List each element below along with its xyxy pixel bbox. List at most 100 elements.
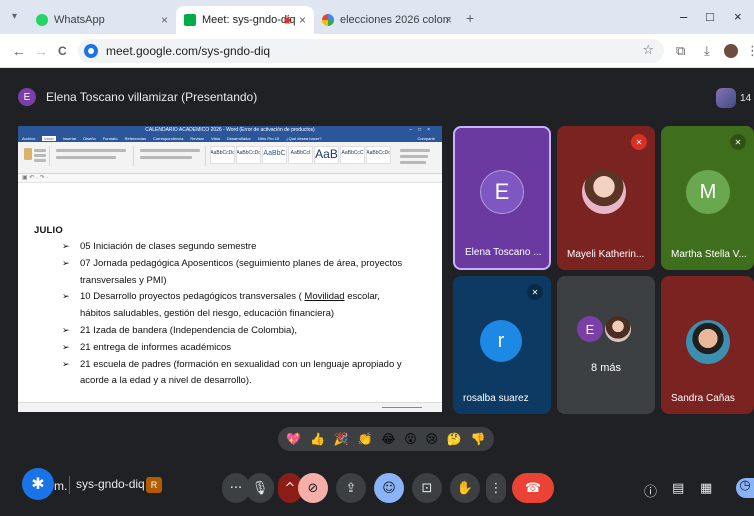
url-text[interactable]: meet.google.com/sys-gndo-diq: [106, 44, 270, 58]
leave-call-button[interactable]: ☎: [512, 473, 554, 503]
ribbon-styles-gallery: AaBbCcDc AaBbCcDc AaBbC AaBbCcI AaB AaBb…: [210, 146, 392, 164]
reaction-laugh-icon[interactable]: 😂: [381, 432, 395, 446]
word-menu-item: Correspondencia: [152, 136, 184, 141]
doc-month-heading: JULIO: [34, 225, 63, 236]
more-options-icon[interactable]: ⋮: [486, 473, 506, 503]
emoji-reactions-button[interactable]: ☺: [374, 473, 404, 503]
word-menu-item: Revisar: [190, 136, 204, 141]
reactions-bar: 💖 👍 🎉 👏 😂 😮 😢 🤔 👎: [278, 427, 494, 451]
mic-icon[interactable]: 🎙: [246, 473, 274, 503]
meeting-info-icon[interactable]: ⓘ: [644, 481, 657, 500]
forward-icon[interactable]: →: [34, 43, 48, 59]
minimize-button[interactable]: –: [680, 9, 687, 24]
tile-mayeli[interactable]: ✕ Mayeli Katherin...: [557, 126, 655, 270]
close-tab-icon[interactable]: ×: [299, 13, 306, 27]
bookmark-star-icon[interactable]: ☆: [642, 42, 654, 58]
profile-avatar[interactable]: [724, 44, 738, 58]
reaction-surprised-icon[interactable]: 😮: [404, 432, 417, 446]
participant-photo: [686, 320, 730, 364]
recording-indicator-icon: ◉: [283, 14, 292, 26]
word-menu-item: Desarrollador: [226, 136, 251, 141]
word-menu-item: Diseño: [83, 136, 96, 141]
meet-app-icon[interactable]: ✱: [22, 468, 54, 500]
extensions-icon[interactable]: ⧉: [676, 43, 685, 59]
avatar: E: [577, 316, 603, 342]
tab-search-icon[interactable]: ▾: [12, 11, 17, 22]
tab-whatsapp[interactable]: WhatsApp ×: [28, 6, 176, 34]
tab-title: elecciones 2026 colombia - Bu: [340, 14, 450, 26]
camera-off-icon[interactable]: ⊘: [298, 473, 328, 503]
avatar: E: [480, 170, 524, 214]
style-swatch: AaBbC: [262, 146, 287, 164]
address-toolbar: ← → C meet.google.com/sys-gndo-diq ☆ ⧉ ⤓…: [0, 34, 754, 68]
participant-name: Martha Stella V...: [671, 249, 747, 260]
tile-rosalba[interactable]: ✕ r rosalba suarez: [453, 276, 551, 414]
participants-chip[interactable]: 14: [716, 86, 754, 110]
word-window-title: CALENDARIO ACADEMICO 2026 - Word (Error …: [145, 127, 315, 133]
chat-icon[interactable]: ▤: [672, 481, 684, 496]
word-window-controls: –□×: [409, 127, 436, 133]
reload-icon[interactable]: C: [58, 44, 67, 58]
word-menu-item: ¿Qué desea hacer?: [286, 136, 322, 141]
avatar: M: [686, 170, 730, 214]
list-item: 05 Iniciación de clases segundo semestre: [62, 239, 408, 256]
activities-icon[interactable]: ▦: [700, 481, 712, 496]
close-tab-icon[interactable]: ×: [445, 13, 452, 27]
reaction-thumbs-down-icon[interactable]: 👎: [471, 432, 486, 446]
close-tab-icon[interactable]: ×: [161, 13, 168, 27]
word-status-bar: [18, 402, 442, 412]
reaction-party-icon[interactable]: 🎉: [334, 432, 349, 446]
reaction-thinking-icon[interactable]: 🤔: [447, 432, 462, 446]
maximize-button[interactable]: □: [706, 9, 714, 24]
participant-name: Mayeli Katherin...: [567, 249, 645, 260]
tab-title: Meet: sys-gndo-diq: [202, 14, 296, 26]
mic-off-icon: ✕: [527, 284, 543, 300]
word-menu-item: Inicio: [42, 136, 56, 141]
downloads-icon[interactable]: ⤓: [704, 43, 710, 59]
style-swatch: AaBbCcC: [340, 146, 365, 164]
tile-sandra[interactable]: Sandra Cañas: [661, 276, 754, 414]
divider: [69, 476, 70, 494]
site-info-icon[interactable]: [84, 44, 98, 58]
back-icon[interactable]: ←: [12, 43, 26, 59]
more-participants-label: 8 más: [591, 362, 621, 374]
word-menu-item: Nitro Pro 10: [257, 136, 280, 141]
reaction-clap-icon[interactable]: 👏: [358, 432, 373, 446]
captions-button[interactable]: ⊡: [412, 473, 442, 503]
presenter-label: Elena Toscano villamizar (Presentando): [46, 90, 258, 104]
ribbon-font-group: [54, 146, 134, 166]
list-item: 21 Izada de bandera (Independencia de Co…: [62, 323, 408, 340]
mic-off-icon: ✕: [730, 134, 746, 150]
raise-hand-button[interactable]: ✋: [450, 473, 480, 503]
participant-name: Elena Toscano ...: [465, 247, 542, 258]
participant-name: rosalba suarez: [463, 393, 529, 404]
style-swatch: AaB: [314, 146, 339, 164]
document-page: JULIO 05 Iniciación de clases segundo se…: [18, 183, 442, 402]
close-window-button[interactable]: ×: [734, 9, 742, 24]
participant-name: Sandra Cañas: [671, 393, 735, 404]
host-controls-icon[interactable]: ◷: [736, 478, 754, 498]
list-item: 21 entrega de informes académicos: [62, 340, 408, 357]
tab-search[interactable]: elecciones 2026 colombia - Bu ×: [314, 6, 460, 34]
word-menu-item: Archivo: [22, 136, 36, 141]
list-item: 10 Desarrollo proyectos pedagógicos tran…: [62, 289, 408, 323]
tab-meet[interactable]: Meet: sys-gndo-diq ◉ ×: [176, 6, 314, 34]
tile-martha[interactable]: ✕ M Martha Stella V...: [661, 126, 754, 270]
word-menu-bar: Archivo Inicio Insertar Diseño Formato R…: [18, 135, 442, 142]
new-tab-button[interactable]: +: [466, 10, 474, 26]
participant-photo: [605, 316, 631, 342]
word-menu-item: Compartir: [417, 136, 435, 141]
list-item: 21 escuela de padres (formación en sexua…: [62, 357, 408, 391]
shared-screen: CALENDARIO ACADEMICO 2026 - Word (Error …: [18, 126, 442, 412]
reaction-heart-icon[interactable]: 💖: [286, 432, 301, 446]
style-swatch: AaBbCcDc: [210, 146, 235, 164]
present-screen-button[interactable]: ⇪: [336, 473, 366, 503]
reaction-thumbs-up-icon[interactable]: 👍: [310, 432, 325, 446]
whatsapp-icon: [36, 14, 48, 26]
room-badge[interactable]: R: [146, 477, 162, 493]
browser-menu-icon[interactable]: ⋮: [746, 43, 754, 59]
tile-elena[interactable]: E Elena Toscano ...: [453, 126, 551, 270]
reaction-sad-icon[interactable]: 😢: [426, 432, 439, 446]
tile-more[interactable]: E 8 más: [557, 276, 655, 414]
omnibox[interactable]: meet.google.com/sys-gndo-diq ☆: [78, 39, 664, 63]
